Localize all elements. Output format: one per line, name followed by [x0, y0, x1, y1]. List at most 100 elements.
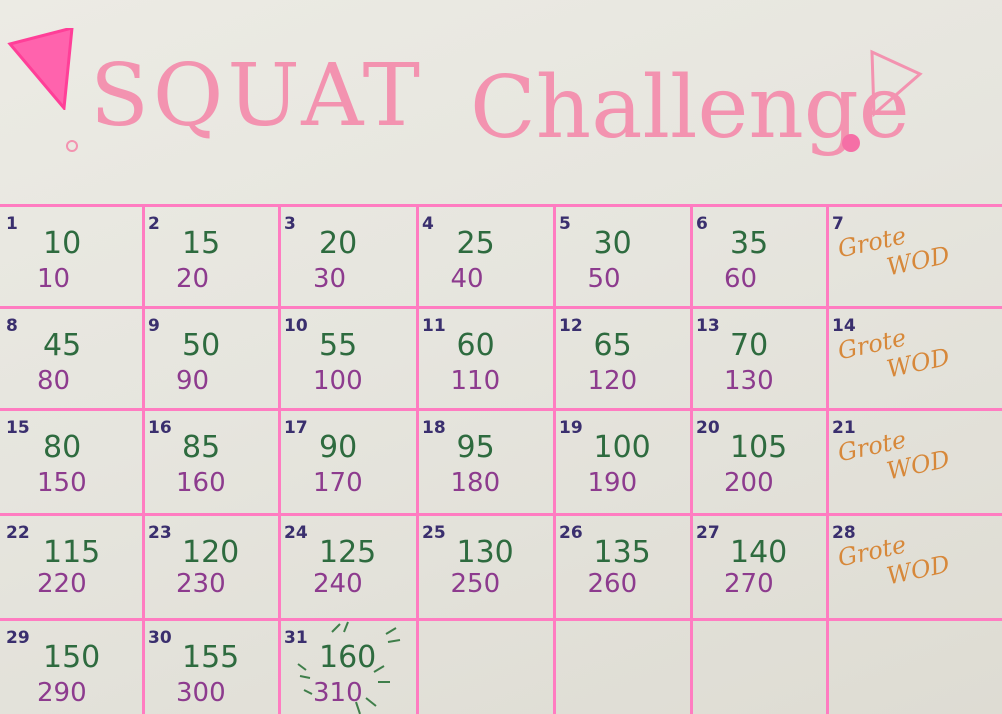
title-area: SQUAT Challenge	[0, 28, 1002, 188]
cumulative-reps: 300	[176, 678, 226, 708]
cumulative-reps: 90	[176, 366, 210, 396]
daily-reps: 70	[730, 328, 769, 363]
day-number: 9	[148, 316, 160, 336]
day-cell: 6 35 60	[690, 204, 826, 306]
day-cell: 4 25 40	[416, 204, 553, 306]
daily-reps: 15	[182, 226, 221, 261]
day-cell: 25 130 250	[416, 513, 553, 618]
day-cell: 13 70 130	[690, 306, 826, 408]
day-number: 5	[559, 214, 571, 234]
day-cell: 3 20 30	[278, 204, 416, 306]
cumulative-reps: 80	[37, 366, 71, 396]
cumulative-reps: 290	[37, 678, 87, 708]
day-number: 26	[559, 523, 583, 543]
day-cell: 1 10 10	[0, 204, 142, 306]
cumulative-reps: 240	[313, 569, 363, 599]
day-number: 28	[832, 523, 856, 543]
cumulative-reps: 50	[587, 264, 621, 294]
daily-reps: 95	[456, 430, 495, 465]
daily-reps: 100	[593, 430, 651, 465]
day-number: 1	[6, 214, 18, 234]
daily-reps: 90	[319, 430, 358, 465]
day-number: 14	[832, 316, 856, 336]
grote-wod-label: Grote WOD	[835, 213, 952, 290]
daily-reps: 135	[593, 535, 651, 570]
cumulative-reps: 30	[313, 264, 347, 294]
celebration-sparkle-icon	[297, 621, 401, 714]
title-word-squat: SQUAT	[90, 46, 425, 146]
day-cell: 31 160 310	[278, 618, 416, 714]
day-cell: 18 95 180	[416, 408, 553, 513]
day-number: 27	[696, 523, 720, 543]
cumulative-reps: 40	[450, 264, 484, 294]
day-cell: 23 120 230	[142, 513, 278, 618]
daily-reps: 20	[319, 226, 358, 261]
outline-triangle-icon	[870, 49, 923, 118]
day-cell: 20 105 200	[690, 408, 826, 513]
cumulative-reps: 260	[587, 569, 638, 599]
challenge-grid: 1 10 10 2 15 20 3 20 30 4 25 40 5 30 50 6 35 60 7 Grote WOD 8…	[0, 204, 1002, 714]
cumulative-reps: 170	[313, 468, 363, 498]
day-number: 25	[422, 523, 446, 543]
day-number: 16	[148, 418, 172, 438]
cumulative-reps: 150	[37, 468, 87, 498]
day-number: 15	[6, 418, 30, 438]
daily-reps: 85	[182, 430, 221, 465]
day-cell: 12 65 120	[553, 306, 690, 408]
day-number: 20	[696, 418, 720, 438]
daily-reps: 155	[182, 640, 240, 675]
cumulative-reps: 100	[313, 366, 363, 396]
day-cell: 9 50 90	[142, 306, 278, 408]
cumulative-reps: 250	[450, 569, 501, 599]
cumulative-reps: 10	[37, 264, 71, 294]
day-cell: 19 100 190	[553, 408, 690, 513]
day-number: 19	[559, 418, 583, 438]
day-cell	[826, 618, 1002, 714]
day-cell: 11 60 110	[416, 306, 553, 408]
day-number: 21	[832, 418, 856, 438]
day-number: 10	[284, 316, 308, 336]
day-cell: 2 15 20	[142, 204, 278, 306]
pink-dot-right-icon	[842, 134, 860, 152]
day-cell: 15 80 150	[0, 408, 142, 513]
cumulative-reps: 160	[176, 468, 226, 498]
day-cell	[416, 618, 553, 714]
daily-reps: 50	[182, 328, 221, 363]
day-number: 22	[6, 523, 30, 543]
daily-reps: 125	[319, 535, 377, 570]
cumulative-reps: 180	[450, 468, 501, 498]
day-number: 24	[284, 523, 308, 543]
daily-reps: 105	[730, 430, 788, 465]
daily-reps: 65	[593, 328, 632, 363]
day-cell: 29 150 290	[0, 618, 142, 714]
day-number: 8	[6, 316, 18, 336]
day-cell: 22 115 220	[0, 513, 142, 618]
day-number: 12	[559, 316, 583, 336]
daily-reps: 10	[43, 226, 82, 261]
cumulative-reps: 130	[724, 366, 774, 396]
day-number: 2	[148, 214, 160, 234]
pink-triangle-icon	[7, 28, 74, 110]
cumulative-reps: 120	[587, 366, 638, 396]
day-cell	[690, 618, 826, 714]
day-number: 17	[284, 418, 308, 438]
day-cell: 28 Grote WOD	[826, 513, 1002, 618]
day-number: 29	[6, 628, 30, 648]
day-cell: 14 Grote WOD	[826, 306, 1002, 408]
cumulative-reps: 200	[724, 468, 774, 498]
challenge-card: SQUAT Challenge 1 10 10 2 15 20 3 20 30 4 25 40 5 30 5…	[0, 0, 1002, 714]
daily-reps: 115	[43, 535, 101, 570]
cumulative-reps: 270	[724, 569, 774, 599]
day-cell: 30 155 300	[142, 618, 278, 714]
daily-reps: 30	[593, 226, 632, 261]
day-number: 23	[148, 523, 172, 543]
daily-reps: 80	[43, 430, 82, 465]
daily-reps: 35	[730, 226, 769, 261]
day-cell: 17 90 170	[278, 408, 416, 513]
day-number: 6	[696, 214, 708, 234]
day-number: 3	[284, 214, 296, 234]
daily-reps: 25	[456, 226, 495, 261]
day-number: 4	[422, 214, 434, 234]
daily-reps: 140	[730, 535, 788, 570]
cumulative-reps: 230	[176, 569, 226, 599]
